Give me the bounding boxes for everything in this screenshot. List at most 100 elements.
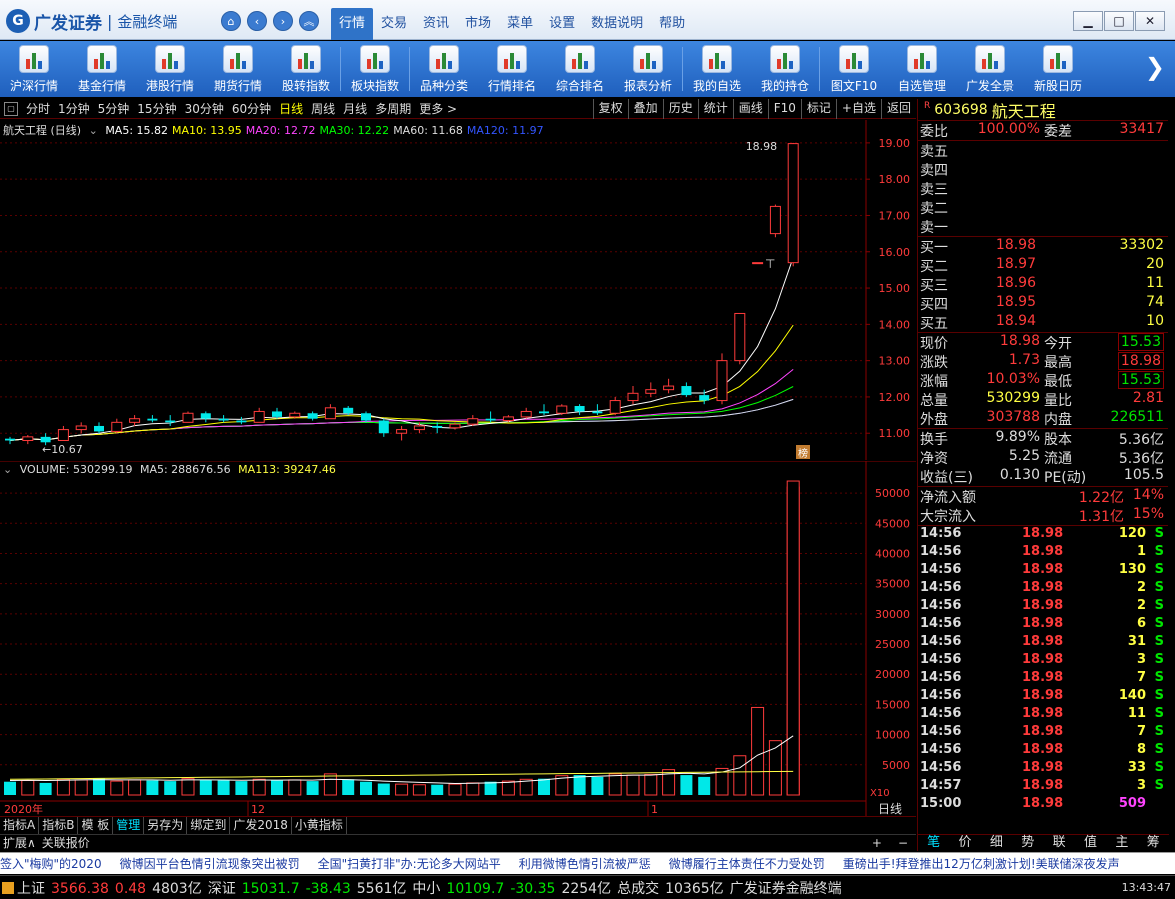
kline-chart[interactable]: 11.00 12.00 13.00 14.00 15.00 16.00 17.00 18.00… (0, 120, 916, 460)
y-tick-label: 50000 (875, 487, 910, 500)
home-icon[interactable]: ⌂ (221, 11, 241, 31)
quote-tab[interactable]: 主 (1106, 835, 1137, 851)
period-tab[interactable]: 多周期 (371, 100, 415, 117)
menu-item[interactable]: 帮助 (651, 8, 693, 40)
news-link[interactable]: 签入"梅购"的2020 (0, 855, 102, 872)
close-button[interactable]: ✕ (1135, 11, 1165, 31)
period-list: 分时 1分钟 5分钟 15分钟 30分钟 60分钟 日线 周线 月线 多周期 更多 > (22, 100, 461, 117)
back-icon[interactable]: ‹ (247, 11, 267, 31)
news-link[interactable]: 微博因平台色情引流现象突出被罚 (120, 855, 300, 872)
quote-tabs: 笔价细势联值主筹 (918, 834, 1169, 851)
toolbar-button[interactable]: 期货行情 (204, 41, 272, 97)
quote-tab[interactable]: 值 (1075, 835, 1106, 851)
quote-tab[interactable]: 笔 (918, 835, 949, 851)
collapse-icon[interactable]: ⌄ (89, 124, 98, 137)
period-tab[interactable]: 月线 (339, 100, 371, 117)
minimize-button[interactable]: ▁ (1073, 11, 1103, 31)
chart-op-button[interactable]: 复权 (592, 99, 628, 119)
news-link[interactable]: 利用微博色情引流被严惩 (519, 855, 651, 872)
menu-item[interactable]: 市场 (457, 8, 499, 40)
quote-label: 量比 (1044, 393, 1072, 409)
maximize-button[interactable]: □ (1104, 11, 1134, 31)
volume-bar (733, 755, 747, 796)
period-tab[interactable]: 15分钟 (133, 100, 180, 117)
quote-label: 收益(三) (920, 470, 973, 486)
chart-op-button[interactable]: +自选 (835, 99, 881, 119)
toolbar-button[interactable]: 广发全景 (956, 41, 1024, 97)
indicator-button[interactable]: 管理 (113, 817, 145, 834)
toolbar-button[interactable]: 股转指数 (272, 41, 340, 97)
toolbar-button[interactable]: 品种分类 (410, 41, 478, 97)
menu-item[interactable]: 行情 (331, 8, 374, 40)
chart-op-button[interactable]: 历史 (662, 99, 698, 119)
menu-item[interactable]: 设置 (541, 8, 583, 40)
collapse-icon[interactable]: ︽ (299, 11, 319, 31)
forward-icon[interactable]: › (273, 11, 293, 31)
menu-item[interactable]: 交易 (373, 8, 415, 40)
toolbar-button[interactable]: 基金行情 (68, 41, 136, 97)
quote-tab[interactable]: 筹 (1138, 835, 1169, 851)
chart-op-button[interactable]: 标记 (800, 99, 836, 119)
buy-volume: 10 (1146, 313, 1164, 329)
period-tab[interactable]: 1分钟 (54, 100, 94, 117)
indicator-button[interactable]: 指标B (39, 817, 79, 834)
quote-tab[interactable]: 联 (1044, 835, 1075, 851)
menu-item[interactable]: 菜单 (499, 8, 541, 40)
index-status-bar: 上证 3566.38 0.48 4803亿 深证 15031.7 -38.43 5561亿 中小… (0, 875, 1175, 899)
tick-list[interactable]: 14:56 18.98 120 S 14:56 18.98 1 S 14:56 18.98 130 S… (918, 526, 1168, 814)
toolbar-button[interactable]: 综合排名 (546, 41, 614, 97)
indicator-button[interactable]: 另存为 (144, 817, 188, 834)
menu-item[interactable]: 数据说明 (583, 8, 651, 40)
collapse-icon[interactable]: ⌄ (3, 463, 12, 476)
toolbar-button[interactable]: 行情排名 (478, 41, 546, 97)
period-tab[interactable]: 周线 (307, 100, 339, 117)
panel-toggle-icon[interactable]: ▢ (4, 101, 18, 116)
menu-item[interactable]: 资讯 (415, 8, 457, 40)
zoom-button[interactable]: − (890, 835, 916, 851)
news-link[interactable]: 全国"扫黄打非"办:无论多大网站平 (318, 855, 501, 872)
indicator-button[interactable]: 小黄指标 (292, 817, 347, 834)
news-link[interactable]: 重磅出手!拜登推出12万亿刺激计划!美联储深夜发声 (843, 855, 1120, 872)
toolbar-button[interactable]: 新股日历 (1024, 41, 1092, 97)
quote-tab[interactable]: 势 (1012, 835, 1043, 851)
flow-value: 1.22亿 (1078, 490, 1124, 506)
chart-op-button[interactable]: 返回 (880, 99, 916, 119)
chart-op-button[interactable]: F10 (767, 99, 801, 119)
candle-body (449, 423, 461, 429)
indicator-button[interactable]: 指标A (0, 817, 40, 834)
chart-op-button[interactable]: 画线 (732, 99, 768, 119)
toolbar-button[interactable]: 板块指数 (341, 41, 409, 97)
period-tab[interactable]: 分时 (22, 100, 54, 117)
toolbar-button[interactable]: 沪深行情 (0, 41, 68, 97)
quote-tab[interactable]: 价 (949, 835, 980, 851)
quote-tab[interactable]: 细 (981, 835, 1012, 851)
quote-value: 303788 (986, 409, 1040, 425)
period-tab[interactable]: 更多 > (415, 100, 461, 117)
toolbar-button[interactable]: 图文F10 (820, 41, 888, 97)
period-tab[interactable]: 30分钟 (181, 100, 228, 117)
toolbar-button[interactable]: 我的持仓 (751, 41, 819, 97)
toolbar-more-icon[interactable]: ❯ (1145, 53, 1165, 81)
news-link[interactable]: 微博履行主体责任不力受处罚 (669, 855, 825, 872)
y-tick-label: 15.00 (879, 282, 911, 295)
period-tab[interactable]: 60分钟 (228, 100, 275, 117)
toolbar-button[interactable]: 我的自选 (683, 41, 751, 97)
period-tab[interactable]: 日线 (275, 100, 307, 117)
tick-volume: 140 (1118, 688, 1146, 703)
quote-value: 5.36亿 (1118, 432, 1164, 448)
indicator-button[interactable]: 广发2018 (230, 817, 292, 834)
extend-button[interactable]: 扩展∧ (0, 835, 39, 851)
toolbar-button[interactable]: 自选管理 (888, 41, 956, 97)
toolbar-button[interactable]: 报表分析 (614, 41, 682, 97)
zoom-button[interactable]: + (864, 835, 890, 851)
indicator-button[interactable]: 绑定到 (187, 817, 231, 834)
indicator-button[interactable]: 模 板 (78, 817, 114, 834)
extend-button[interactable]: 关联报价 (39, 835, 93, 851)
tick-side: S (1154, 544, 1164, 559)
period-tab[interactable]: 5分钟 (94, 100, 134, 117)
chart-op-button[interactable]: 统计 (697, 99, 733, 119)
volume-chart[interactable]: 5000 10000 15000 20000 25000 30000 35000 40000 4… (0, 460, 916, 816)
chart-op-button[interactable]: 叠加 (627, 99, 663, 119)
candle-body (200, 413, 211, 419)
toolbar-button[interactable]: 港股行情 (136, 41, 204, 97)
